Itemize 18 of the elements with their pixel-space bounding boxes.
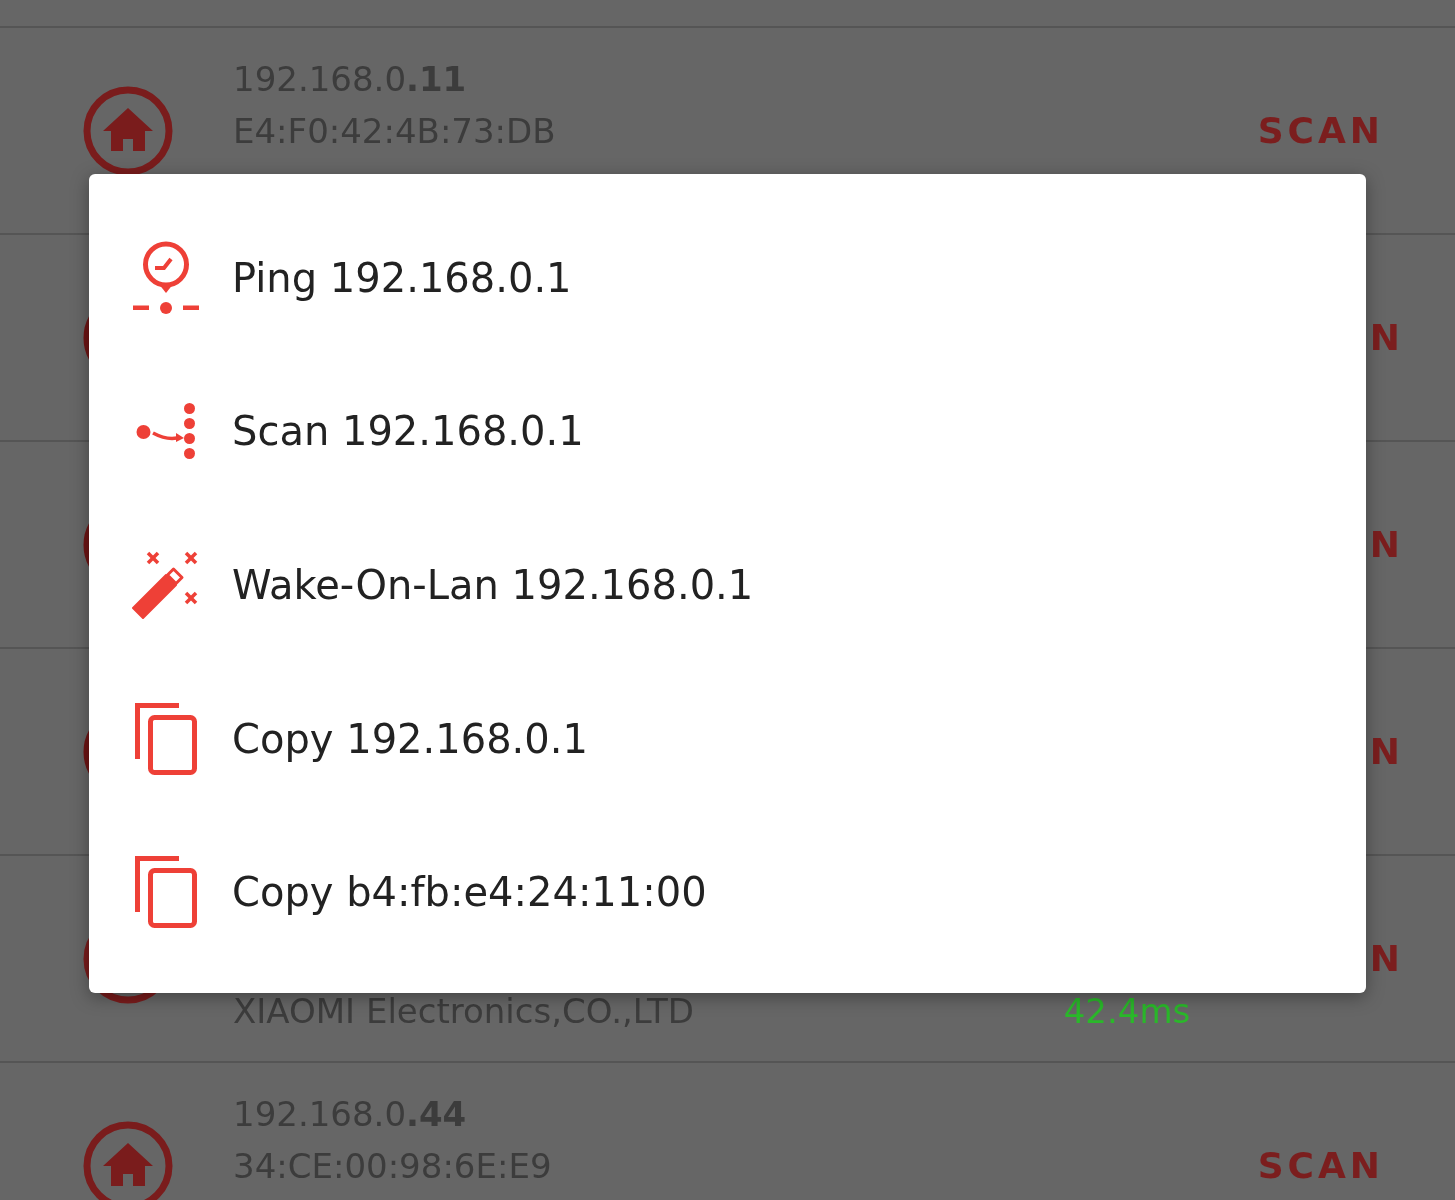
action-button[interactable]: N bbox=[1369, 731, 1400, 772]
menu-item[interactable]: Scan 192.168.0.1 bbox=[89, 354, 1366, 509]
scan-button[interactable]: SCAN bbox=[1257, 1145, 1384, 1186]
menu-item[interactable]: Ping 192.168.0.1 bbox=[89, 201, 1366, 355]
scan-button[interactable]: SCAN bbox=[1257, 110, 1384, 151]
clock-pin-icon bbox=[133, 241, 199, 315]
menu-item[interactable]: Copy b4:fb:e4:24:11:00 bbox=[89, 815, 1366, 969]
latency-text: 42.4ms bbox=[1063, 990, 1191, 1031]
home-icon bbox=[83, 85, 173, 176]
menu-item[interactable]: Wake-On-Lan 192.168.0.1 bbox=[89, 508, 1366, 662]
dot-arrow-icon bbox=[136, 403, 196, 460]
action-button[interactable]: N bbox=[1369, 317, 1400, 358]
action-button[interactable]: N bbox=[1369, 938, 1400, 979]
home-icon bbox=[83, 1120, 173, 1200]
copy-icon bbox=[135, 856, 197, 929]
action-button[interactable]: N bbox=[1369, 524, 1400, 565]
menu-item[interactable]: Copy 192.168.0.1 bbox=[89, 661, 1366, 816]
copy-icon bbox=[135, 702, 197, 775]
